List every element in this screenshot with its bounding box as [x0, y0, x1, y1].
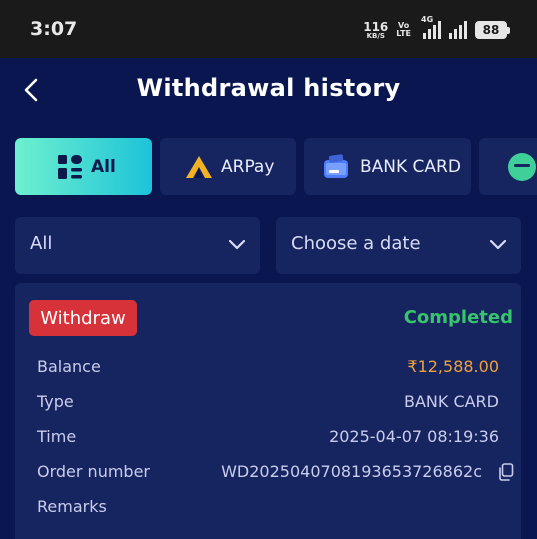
balance-value: ₹12,588.00: [407, 357, 499, 376]
signal-bar: [438, 21, 441, 39]
order-number-value: WD2025040708193653726862c: [221, 462, 482, 481]
time-label: Time: [37, 427, 77, 446]
type-filter-value: All: [30, 233, 53, 254]
remarks-label: Remarks: [37, 497, 107, 516]
signal-bar: [459, 25, 462, 39]
arpay-logo-icon: [186, 155, 212, 178]
battery-level: 88: [482, 23, 500, 37]
battery-icon: 88: [475, 21, 510, 39]
signal-bar: [464, 21, 467, 39]
tab-more[interactable]: [479, 138, 537, 195]
date-filter-placeholder: Choose a date: [291, 233, 421, 254]
chevron-down-icon: [228, 239, 246, 250]
payment-method-tabs: All ARPay BANK CARD: [15, 138, 537, 196]
tab-bank-card-label: BANK CARD: [360, 156, 461, 177]
partial-tab-icon: [508, 152, 536, 181]
signal-bar: [433, 25, 436, 39]
signal-bar: [449, 33, 452, 39]
withdrawal-record-card: Withdraw Completed Balance ₹12,588.00 Ty…: [15, 283, 521, 539]
tab-arpay-label: ARPay: [221, 156, 275, 177]
status-badge: Completed: [403, 307, 513, 328]
order-number-label: Order number: [37, 462, 150, 481]
signal-bar: [454, 29, 457, 39]
network-speed-indicator: 116 KB/S: [363, 21, 388, 40]
net-speed-value: 116: [363, 19, 389, 34]
copy-icon[interactable]: [498, 463, 514, 481]
tab-all-label: All: [91, 156, 116, 177]
signal-4g-icon: 4G: [421, 15, 441, 39]
volte-icon: Vo LTE: [396, 22, 411, 38]
volte-bottom: LTE: [396, 29, 411, 38]
network-type-label: 4G: [421, 15, 434, 24]
type-label: Type: [37, 392, 74, 411]
type-filter-select[interactable]: All: [15, 217, 260, 274]
signal-icon: [449, 21, 467, 39]
chevron-down-icon: [489, 239, 507, 250]
bank-card-icon: [324, 153, 348, 178]
time-value: 2025-04-07 08:19:36: [329, 427, 499, 446]
signal-bar: [428, 29, 431, 39]
withdraw-badge: Withdraw: [29, 300, 137, 336]
page-header: Withdrawal history: [0, 58, 537, 122]
net-speed-unit: KB/S: [366, 31, 385, 40]
status-time: 3:07: [30, 18, 78, 40]
type-value: BANK CARD: [403, 392, 499, 411]
tab-arpay[interactable]: ARPay: [160, 138, 296, 195]
signal-bar: [423, 33, 426, 39]
page-title: Withdrawal history: [136, 74, 401, 102]
balance-label: Balance: [37, 357, 101, 376]
grid-icon: [58, 154, 82, 179]
status-icons: 116 KB/S Vo LTE 4G 88: [363, 15, 510, 42]
tab-all[interactable]: All: [15, 138, 152, 195]
tab-bank-card[interactable]: BANK CARD: [304, 138, 471, 195]
status-bar: 3:07 116 KB/S Vo LTE 4G 88: [0, 0, 537, 58]
date-filter-select[interactable]: Choose a date: [276, 217, 521, 274]
